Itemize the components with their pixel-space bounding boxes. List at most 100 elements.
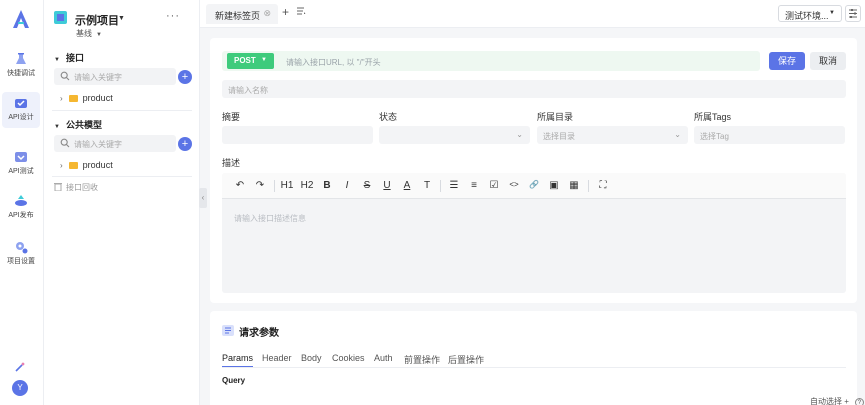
- section-title: 公共模型: [65, 120, 102, 130]
- tab-label: 新建标签页: [215, 11, 261, 21]
- project-icon: [54, 11, 67, 24]
- status-label: 状态: [379, 112, 398, 122]
- api-publish-icon: [15, 195, 27, 206]
- interface-search-input[interactable]: 请输入关键字: [54, 68, 176, 85]
- auto-select-hint[interactable]: 自动选择 +?: [810, 396, 864, 405]
- model-search-input[interactable]: 请输入关键字: [54, 135, 176, 152]
- environment-settings-button[interactable]: [845, 5, 861, 22]
- caret-down-icon: ▼: [54, 124, 60, 130]
- name-input[interactable]: 请输入名称: [222, 80, 846, 98]
- strikethrough-icon[interactable]: S: [360, 180, 374, 191]
- chevron-down-icon: ⌄: [674, 130, 681, 139]
- api-editor-card: POST ▼ 请输入接口URL, 以 "/"开头 保存 取消 请输入名称 摘要 状…: [210, 38, 857, 303]
- add-interface-button[interactable]: +: [178, 70, 192, 84]
- toolbar-separator: [588, 180, 589, 192]
- font-color-icon[interactable]: A: [400, 180, 414, 191]
- settings-icon: [16, 242, 28, 254]
- summary-input[interactable]: [222, 126, 373, 144]
- collapse-sidebar-handle[interactable]: ‹: [199, 188, 207, 208]
- tree-folder-product[interactable]: › product: [60, 93, 113, 107]
- rail-item-api-test[interactable]: API测试: [2, 146, 40, 182]
- rail-label: API设计: [8, 114, 34, 121]
- summary-label: 摘要: [222, 112, 241, 122]
- rail-item-api-publish[interactable]: API发布: [2, 190, 40, 226]
- chevron-right-icon: ›: [60, 94, 63, 103]
- task-list-icon[interactable]: ☑: [487, 180, 501, 191]
- rail-label: API发布: [8, 212, 34, 219]
- directory-select[interactable]: 选择目录 ⌄: [537, 126, 688, 144]
- folder-label: product: [82, 160, 113, 170]
- add-model-button[interactable]: +: [178, 137, 192, 151]
- underline-icon[interactable]: U: [380, 180, 394, 191]
- rail-label: 项目设置: [7, 258, 35, 265]
- section-title: 请求参数: [239, 328, 279, 339]
- cancel-button[interactable]: 取消: [810, 52, 846, 70]
- rail-item-api-design[interactable]: API设计: [2, 92, 40, 128]
- recycle-label: 接口回收: [66, 183, 98, 192]
- environment-select[interactable]: 测试环境... ▼: [778, 5, 842, 22]
- rail-item-project-settings[interactable]: 项目设置: [2, 236, 40, 272]
- fullscreen-icon[interactable]: ⛶: [596, 180, 610, 191]
- tab-cookies[interactable]: Cookies: [332, 353, 365, 363]
- tab-pre-actions[interactable]: 前置操作: [404, 353, 440, 366]
- chevron-down-icon[interactable]: ▼: [118, 15, 125, 22]
- search-placeholder: 请输入关键字: [74, 73, 122, 82]
- tags-select[interactable]: 选择Tag: [694, 126, 845, 144]
- tab-header[interactable]: Header: [262, 353, 292, 363]
- tags-placeholder: 选择Tag: [700, 132, 729, 141]
- method-value: POST: [234, 56, 256, 65]
- undo-icon[interactable]: ↶: [233, 180, 247, 191]
- heading-2-icon[interactable]: H2: [300, 180, 314, 191]
- divider: [52, 110, 192, 111]
- params-icon: [222, 325, 234, 336]
- rail-label: API测试: [8, 168, 34, 175]
- bullet-list-icon[interactable]: ☰: [447, 180, 461, 191]
- tab-list-icon[interactable]: [296, 6, 306, 16]
- description-editor[interactable]: ↶ ↷ H1 H2 B I S U A T ☰ ≡ ☑ <> 🔗 ▣ ▦ ⛶ 请…: [222, 173, 846, 293]
- tab-post-actions[interactable]: 后置操作: [448, 353, 484, 366]
- method-select[interactable]: POST ▼: [227, 53, 274, 69]
- section-interfaces[interactable]: ▼ 接口: [54, 51, 84, 64]
- tab-auth[interactable]: Auth: [374, 353, 393, 363]
- magic-wand-icon[interactable]: [14, 361, 26, 373]
- save-button[interactable]: 保存: [769, 52, 805, 70]
- directory-label: 所属目录: [537, 112, 574, 122]
- user-avatar[interactable]: Y: [12, 380, 28, 396]
- recycle-bin[interactable]: 接口回收: [54, 182, 98, 193]
- app-logo-icon[interactable]: [10, 8, 32, 30]
- redo-icon[interactable]: ↷: [253, 180, 267, 191]
- status-select[interactable]: ⌄: [379, 126, 530, 144]
- project-tree-panel: 示例项目 ▼ ··· 基线 ▼ ▼ 接口 请输入关键字 + › product ▼ 公共…: [44, 0, 200, 405]
- add-tab-icon[interactable]: +: [282, 5, 289, 19]
- sliders-icon: [849, 9, 857, 18]
- image-icon[interactable]: ▣: [547, 180, 561, 191]
- tab-params[interactable]: Params: [222, 353, 254, 368]
- tab-new[interactable]: 新建标签页 ⊗: [206, 4, 278, 24]
- italic-icon[interactable]: I: [340, 180, 354, 191]
- auto-select-label: 自动选择: [810, 397, 842, 405]
- project-name[interactable]: 示例项目: [75, 12, 119, 28]
- font-size-icon[interactable]: T: [420, 180, 434, 191]
- table-icon[interactable]: ▦: [567, 180, 581, 191]
- ordered-list-icon[interactable]: ≡: [467, 180, 481, 191]
- tab-body[interactable]: Body: [301, 353, 322, 363]
- folder-icon: [68, 95, 78, 102]
- section-common-models[interactable]: ▼ 公共模型: [54, 118, 102, 131]
- help-icon[interactable]: ?: [854, 398, 864, 405]
- link-icon[interactable]: 🔗: [527, 180, 541, 189]
- code-icon[interactable]: <>: [507, 180, 521, 189]
- bold-icon[interactable]: B: [320, 180, 334, 191]
- heading-1-icon[interactable]: H1: [280, 180, 294, 191]
- close-icon[interactable]: ⊗: [263, 8, 271, 19]
- caret-down-icon: ▼: [54, 57, 60, 63]
- tab-underline: [222, 367, 846, 368]
- tree-folder-product[interactable]: › product: [60, 160, 113, 174]
- more-options-icon[interactable]: ···: [166, 10, 180, 22]
- plus-icon[interactable]: +: [844, 397, 849, 405]
- left-nav-rail: 快捷调试 API设计 API测试 API发布 项目设置 Y: [0, 0, 44, 405]
- rail-item-quick-debug[interactable]: 快捷调试: [2, 48, 40, 84]
- branch-selector[interactable]: 基线 ▼: [76, 28, 102, 39]
- url-bar: POST ▼ 请输入接口URL, 以 "/"开头: [222, 51, 760, 71]
- url-input[interactable]: 请输入接口URL, 以 "/"开头: [286, 57, 381, 68]
- chevron-right-icon: ›: [60, 161, 63, 170]
